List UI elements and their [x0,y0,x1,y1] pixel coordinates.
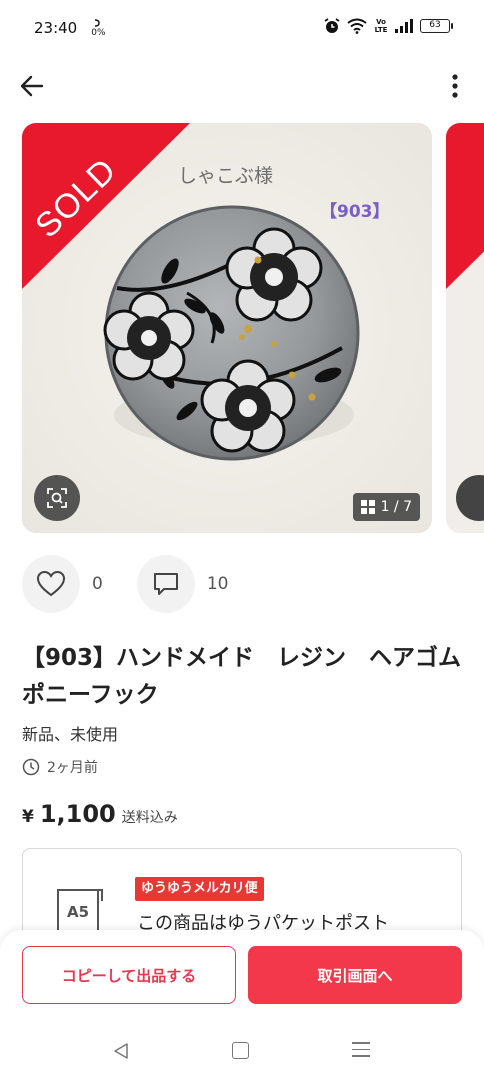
comment-button[interactable] [136,555,195,613]
image-search-icon [47,488,67,508]
go-to-trade-button[interactable]: 取引画面へ [248,946,462,1004]
shipping-included-note: 送料込み [121,810,178,826]
comment-icon [153,573,178,595]
screen: 23:40 0% Vo LTE 63 SOLD しゃこぶ様 【903】 1 / … [0,0,484,1080]
signal-icon [395,19,413,33]
volte-icon: Vo LTE [374,18,388,34]
photo-carousel[interactable]: SOLD しゃこぶ様 【903】 1 / 7 [0,123,484,533]
like-button[interactable] [22,555,80,613]
photo-caption: しゃこぶ様 [178,165,274,187]
comment-count: 10 [206,574,229,594]
item-title: 【903】ハンドメイド レジン ヘアゴム ポニーフック [22,645,484,708]
status-bar: 23:40 0% Vo LTE 63 [0,0,484,56]
grid-icon [360,500,375,514]
bottom-action-bar: コピーして出品する 取引画面へ [0,930,484,1020]
wifi-icon [347,18,367,34]
product-photo[interactable]: SOLD しゃこぶ様 【903】 1 / 7 [22,123,432,533]
app-bar [0,60,484,112]
price-amount: 1,100 [39,800,116,828]
arrow-left-icon[interactable] [18,72,46,100]
price: ¥ 1,100 送料込み [22,800,178,828]
photo-counter-text: 1 / 7 [380,499,412,515]
alarm-icon [324,18,340,33]
nav-back-icon[interactable] [112,1042,130,1060]
image-search-button[interactable] [34,475,80,521]
price-currency: ¥ [22,807,34,827]
copy-listing-button[interactable]: コピーして出品する [22,946,236,1004]
photo-counter: 1 / 7 [352,493,420,521]
status-icons: Vo LTE 63 [324,18,453,34]
posted-label: 2ヶ月前 [47,760,98,776]
item-posted-time: 2ヶ月前 [22,757,98,777]
nav-menu-icon[interactable] [352,1042,370,1062]
nav-home-icon[interactable] [232,1042,249,1059]
action-row: 0 10 [22,554,228,614]
heart-icon [36,570,66,597]
like-count: 0 [92,574,103,594]
next-photo-preview [446,123,484,533]
battery-icon: 63 [420,19,453,33]
data-arrows-icon [95,19,101,27]
system-nav-bar [0,1020,484,1080]
status-time: 23:40 [34,19,78,37]
more-vertical-icon[interactable] [448,72,462,100]
clock-icon [22,758,40,776]
photo-tag: 【903】 [320,202,390,222]
next-product-photo[interactable] [446,123,484,533]
envelope-size-label: A5 [66,903,90,921]
item-condition: 新品、未使用 [22,725,119,744]
data-rate: 0% [91,28,106,38]
shipping-method-badge: ゆうゆうメルカリ便 [135,877,264,901]
data-usage-indicator: 0% [91,19,106,38]
